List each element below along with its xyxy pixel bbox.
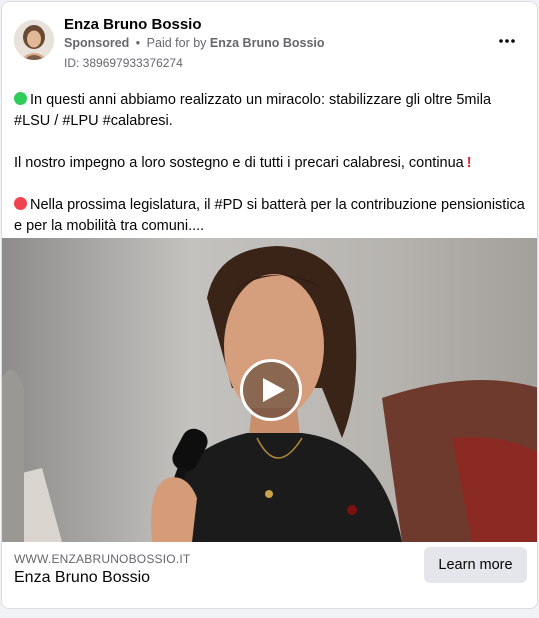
red-circle-icon [14, 197, 27, 210]
play-button[interactable] [240, 359, 302, 421]
ad-header: Enza Bruno Bossio Sponsored • Paid for b… [2, 2, 537, 74]
play-icon [262, 378, 285, 402]
paid-for-by-name: Enza Bruno Bossio [209, 36, 325, 50]
body-paragraph-1: In questi anni abbiamo realizzato un mir… [14, 90, 529, 132]
link-domain: WWW.ENZABRUNOBOSSIO.IT [14, 552, 191, 566]
more-horizontal-icon [499, 39, 515, 43]
body-text-3: Nella prossima legislatura, il #PD si ba… [14, 197, 525, 234]
video-media[interactable] [2, 238, 537, 542]
body-text-2: Il nostro impegno a loro sostegno e di t… [14, 155, 464, 171]
sponsored-meta: Sponsored • Paid for by Enza Bruno Bossi… [64, 36, 325, 50]
body-text-1: In questi anni abbiamo realizzato un mir… [14, 92, 492, 129]
link-title: Enza Bruno Bossio [14, 569, 151, 586]
ad-body-text: In questi anni abbiamo realizzato un mir… [14, 90, 529, 237]
link-footer[interactable]: WWW.ENZABRUNOBOSSIO.IT Enza Bruno Bossio… [2, 542, 537, 608]
body-paragraph-2: Il nostro impegno a loro sostegno e di t… [14, 153, 529, 174]
separator-dot: • [135, 36, 141, 50]
body-paragraph-3: Nella prossima legislatura, il #PD si ba… [14, 195, 529, 237]
more-options-button[interactable] [493, 30, 521, 52]
green-circle-icon [14, 92, 27, 105]
avatar-image [14, 20, 54, 60]
red-exclamation-icon: ! [466, 155, 472, 171]
ad-card: Enza Bruno Bossio Sponsored • Paid for b… [1, 1, 538, 609]
page-name[interactable]: Enza Bruno Bossio [64, 16, 202, 33]
ad-id: ID: 389697933376274 [64, 56, 183, 70]
avatar[interactable] [14, 20, 54, 60]
learn-more-button[interactable]: Learn more [424, 547, 527, 583]
sponsored-label: Sponsored [64, 36, 130, 50]
paid-for-prefix: Paid for by [146, 36, 207, 50]
